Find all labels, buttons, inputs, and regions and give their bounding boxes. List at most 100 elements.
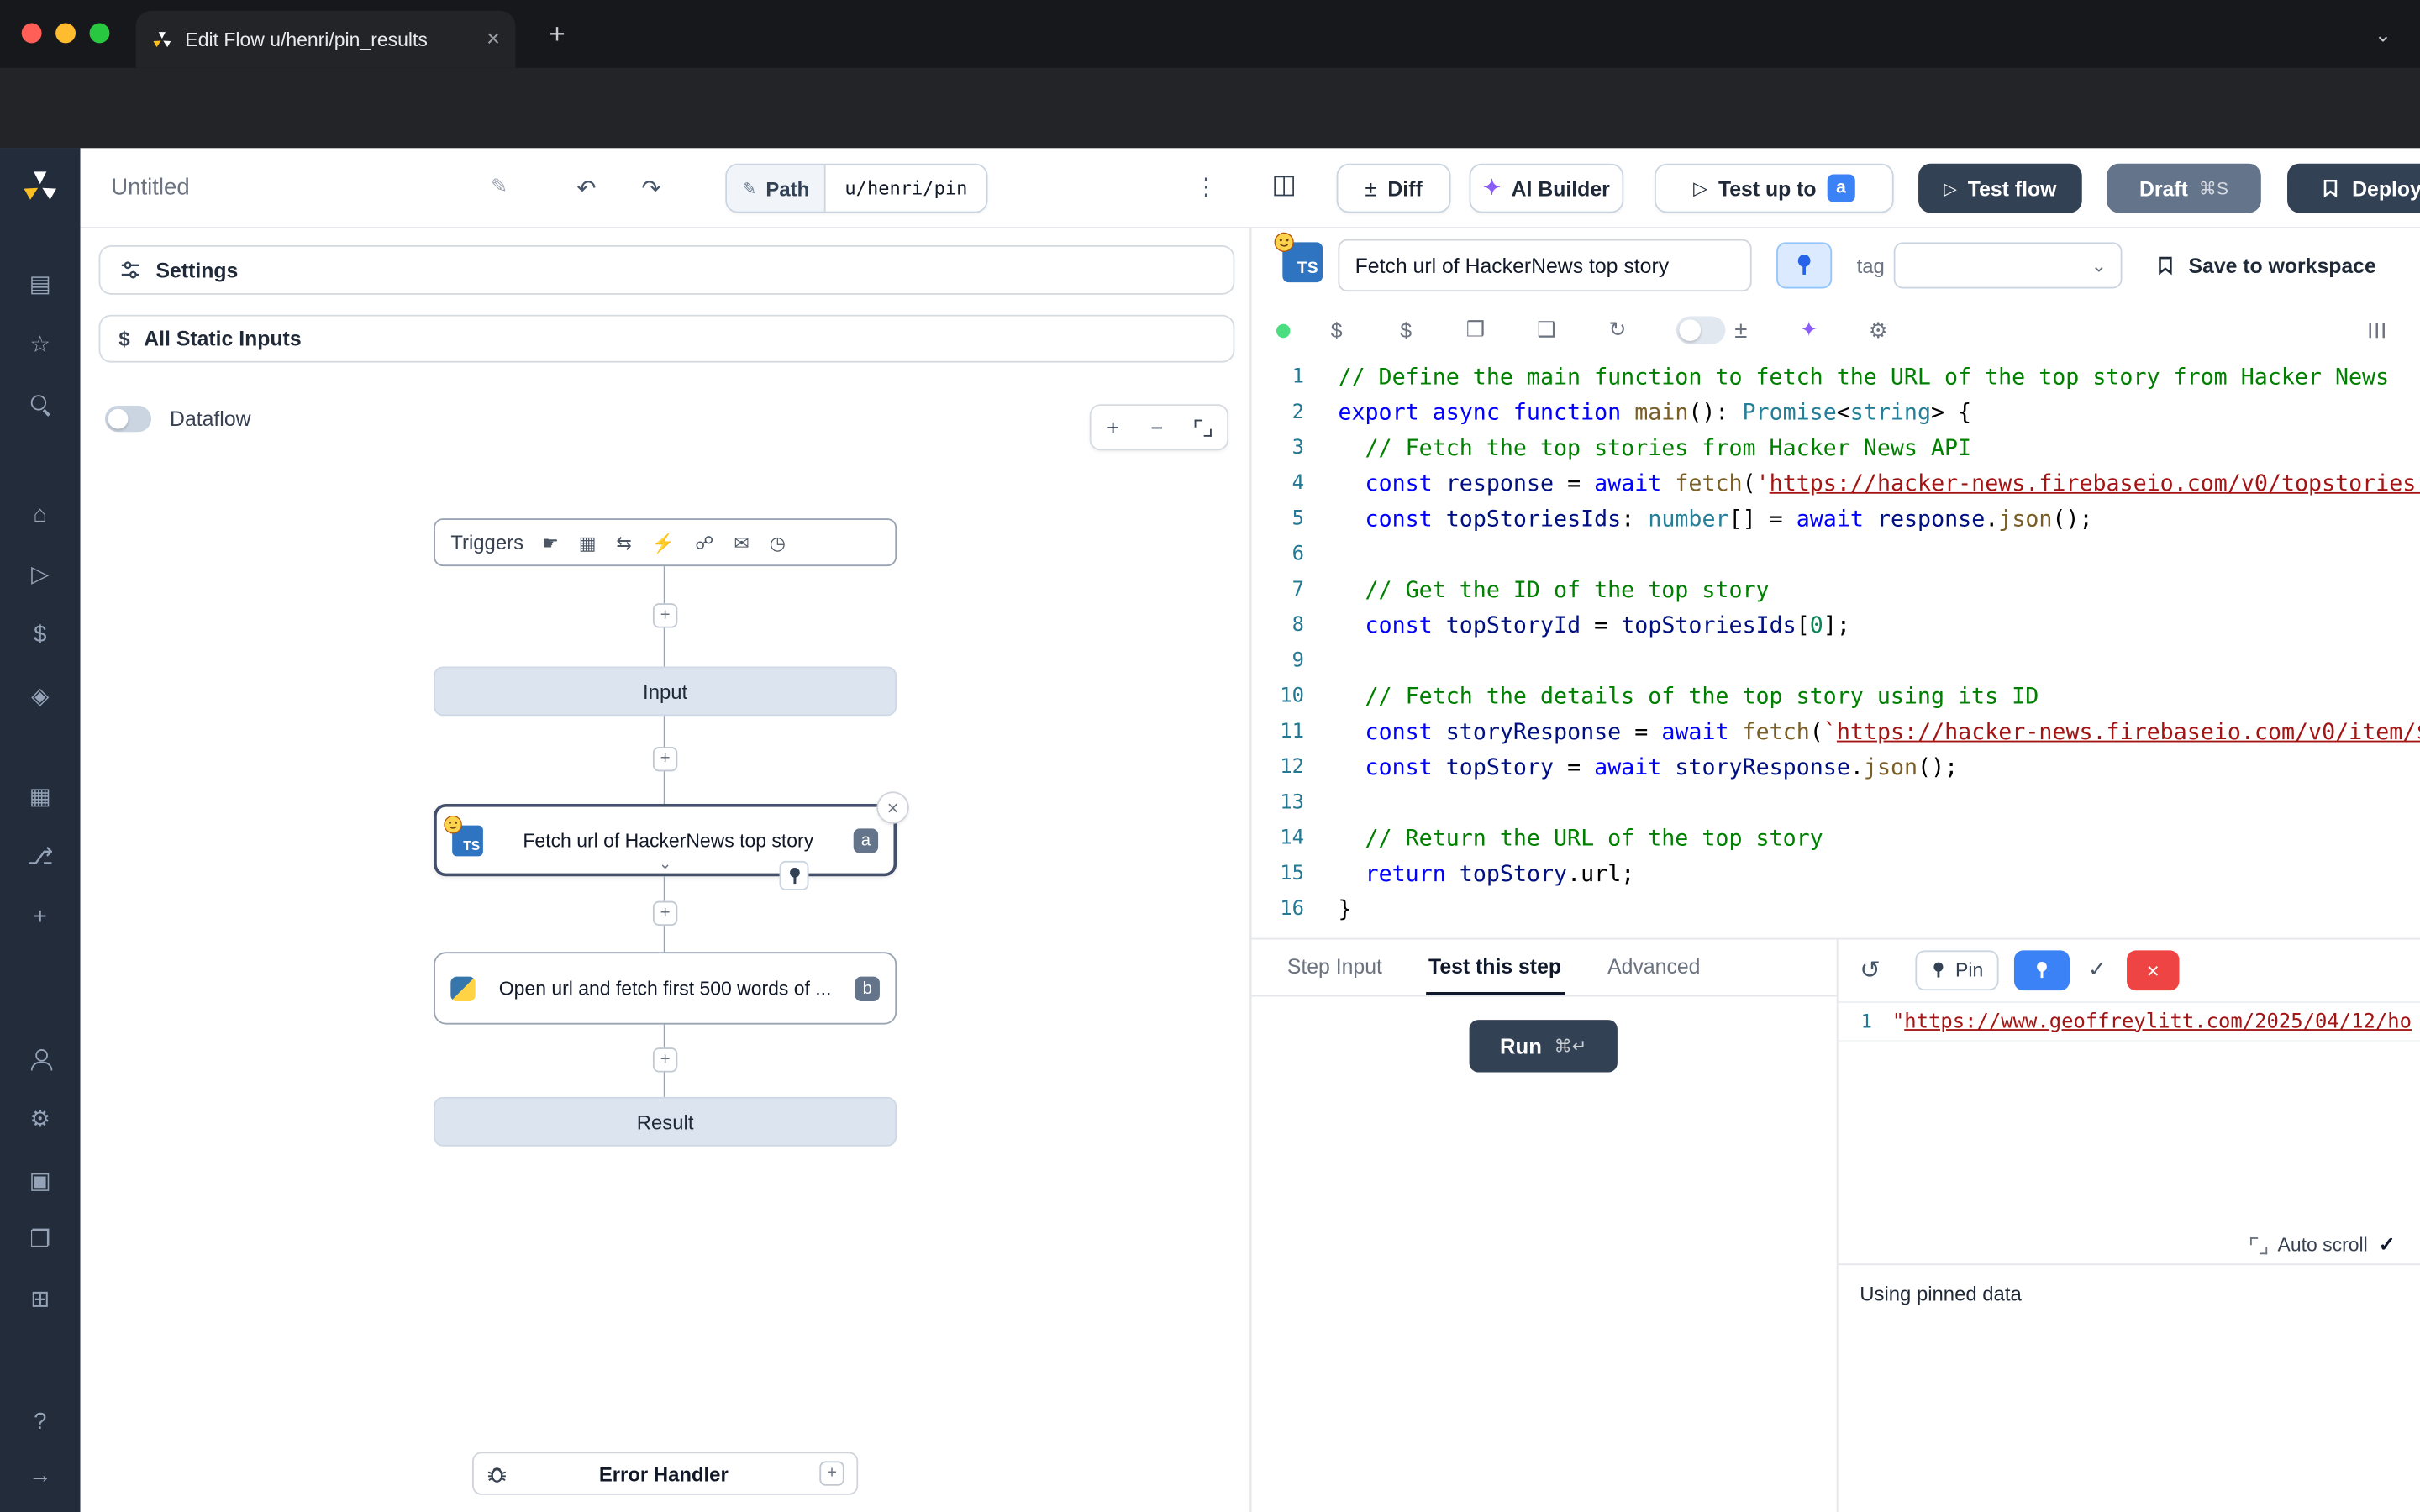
runs-icon[interactable]: ▷ (22, 555, 59, 592)
websocket-icon[interactable]: ⚡ (652, 532, 675, 554)
zoom-in-button[interactable]: + (1107, 415, 1119, 439)
schedules-icon[interactable]: ▦ (22, 778, 59, 815)
variables-icon[interactable]: $ (22, 616, 59, 653)
windmill-logo[interactable] (20, 166, 60, 207)
draft-button[interactable]: Draft⌘S (2107, 164, 2261, 213)
new-tab-button[interactable]: + (537, 14, 577, 55)
save-to-workspace-button[interactable]: Save to workspace (2154, 242, 2376, 288)
flow-name[interactable]: Untitled (111, 175, 189, 201)
reload-icon[interactable]: ↻ (1597, 310, 1638, 350)
kafka-icon[interactable]: ☍ (695, 532, 713, 554)
auto-scroll-control[interactable]: Auto scroll ✓ (2249, 1233, 2395, 1257)
ts-label: TS (463, 837, 480, 852)
variable-picker-icon[interactable]: $ (1317, 310, 1357, 350)
check-icon[interactable]: ✓ (2088, 957, 2107, 983)
minimize-window-button[interactable] (55, 24, 76, 44)
settings-button[interactable]: Settings (99, 245, 1235, 295)
bookmark-icon (2154, 255, 2176, 276)
help-icon[interactable]: ? (22, 1403, 59, 1440)
tab-title: Edit Flow u/henri/pin_results (185, 29, 474, 50)
redo-button[interactable]: ↷ (627, 166, 676, 209)
deploy-button[interactable]: Deploy (2287, 164, 2420, 213)
step-a-node[interactable]: TS Fetch url of HackerNews top story a ⌄… (434, 804, 897, 876)
docs-icon[interactable]: ▤ (22, 265, 59, 302)
editor-settings-icon[interactable]: ⚙ (1858, 310, 1898, 350)
search-icon[interactable] (22, 386, 59, 423)
tab-advanced[interactable]: Advanced (1604, 940, 1703, 995)
webhook-icon[interactable]: ☛ (542, 532, 559, 554)
code-editor[interactable]: 1// Define the main function to fetch th… (1252, 360, 2420, 927)
insert-step-button[interactable]: + (653, 603, 677, 627)
ai-builder-button[interactable]: ✦AI Builder (1470, 164, 1624, 213)
save-icon (2320, 177, 2342, 199)
dataflow-toggle[interactable] (105, 406, 151, 432)
home-icon[interactable]: ⌂ (22, 496, 59, 533)
panel-divider (1839, 1263, 2420, 1265)
result-node[interactable]: Result (434, 1097, 897, 1147)
run-button[interactable]: Run⌘↵ (1470, 1020, 1618, 1072)
fit-view-button[interactable] (1194, 419, 1211, 436)
user-icon[interactable] (22, 1040, 59, 1077)
edit-name-icon[interactable]: ✎ (491, 175, 508, 199)
insert-step-button[interactable]: + (653, 901, 677, 926)
pin-step-button[interactable] (1776, 242, 1832, 288)
history-icon[interactable]: ↺ (1860, 955, 1881, 986)
all-static-inputs-button[interactable]: $ All Static Inputs (99, 315, 1235, 363)
step-b-node[interactable]: Open url and fetch first 500 words of ..… (434, 952, 897, 1024)
poll-icon[interactable]: ◷ (770, 532, 786, 554)
folders-icon[interactable]: ❐ (22, 1221, 59, 1257)
ai-assistant-icon[interactable]: ✦ (1789, 310, 1829, 350)
test-up-to-button[interactable]: ▷Test up toa (1655, 164, 1894, 213)
diff-button[interactable]: ±Diff (1337, 164, 1451, 213)
code-line: 5 const topStoriesIds: number[] = await … (1252, 501, 2420, 537)
triggers-icon[interactable]: ⎇ (22, 837, 59, 874)
http-route-icon[interactable]: ⇆ (616, 532, 631, 554)
clear-pin-button[interactable]: × (2127, 950, 2179, 990)
zoom-out-button[interactable]: − (1150, 415, 1163, 439)
resource-picker-icon[interactable]: $ (1386, 310, 1426, 350)
pin-indicator[interactable] (780, 861, 809, 890)
add-error-handler-button[interactable]: + (819, 1461, 844, 1485)
triggers-node[interactable]: Triggers ☛▦⇆⚡☍✉◷ (434, 518, 897, 566)
pin-icon (1933, 963, 1944, 979)
delete-step-button[interactable]: × (876, 791, 909, 824)
pin-button[interactable]: Pin (1915, 950, 1998, 990)
tab-search-icon[interactable]: ⌄ (2365, 17, 2402, 54)
pinned-result-viewer[interactable]: 1"https://www.geoffreylitt.com/2025/04/1… (1839, 1001, 2420, 1042)
step-id-badge: a (1827, 175, 1854, 202)
fullscreen-window-button[interactable] (90, 24, 110, 44)
settings-icon[interactable]: ⚙ (22, 1100, 59, 1137)
browser-tab[interactable]: Edit Flow u/henri/pin_results × (136, 11, 516, 68)
step-title-input[interactable] (1338, 239, 1751, 291)
email-icon[interactable]: ✉ (734, 532, 749, 554)
path-control[interactable]: ✎Path u/henri/pin (725, 164, 987, 213)
insert-step-button[interactable]: + (653, 747, 677, 771)
pinned-toggle-button[interactable] (2014, 950, 2070, 990)
tab-close-icon[interactable]: × (487, 26, 500, 52)
error-handler-node[interactable]: Error Handler + (472, 1452, 858, 1494)
tab-step-input[interactable]: Step Input (1284, 940, 1385, 995)
close-window-button[interactable] (22, 24, 42, 44)
code-line: 15 return topStory.url; (1252, 856, 2420, 891)
tab-test-this-step[interactable]: Test this step (1425, 940, 1564, 995)
workers-icon[interactable]: ▣ (22, 1162, 59, 1199)
test-flow-button[interactable]: ▷Test flow (1918, 164, 2082, 213)
favorites-icon[interactable]: ☆ (22, 326, 59, 363)
input-node[interactable]: Input (434, 666, 897, 716)
resources-icon[interactable]: ◈ (22, 677, 59, 714)
editor-mode-toggle[interactable] (1676, 317, 1726, 344)
diff-icon[interactable]: ± (1721, 310, 1761, 350)
tag-select[interactable]: ⌄ (1894, 242, 2123, 288)
library-panel-icon[interactable]: ☰ (2355, 310, 2396, 350)
undo-button[interactable]: ↶ (562, 166, 612, 209)
docs-book-icon[interactable]: ◫ (1271, 170, 1297, 201)
code-line: 1// Define the main function to fetch th… (1252, 360, 2420, 395)
collapse-sidebar-icon[interactable]: → (22, 1457, 59, 1494)
add-icon[interactable]: + (22, 898, 59, 935)
more-options-icon[interactable]: ⋮ (1195, 173, 1218, 201)
package-icon[interactable]: ❒ (1455, 310, 1496, 350)
schedule-icon[interactable]: ▦ (579, 532, 597, 554)
dependency-icon[interactable]: ❑ (1527, 310, 1567, 350)
apps-icon[interactable]: ⊞ (22, 1280, 59, 1317)
insert-step-button[interactable]: + (653, 1047, 677, 1072)
